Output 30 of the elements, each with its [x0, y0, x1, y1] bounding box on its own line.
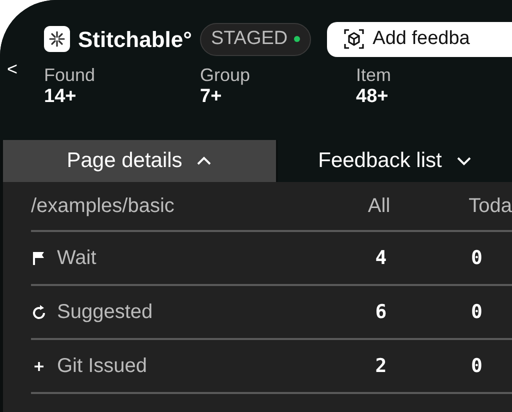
- tab[interactable]: Page details: [3, 140, 276, 182]
- stat-value: 48+: [356, 86, 390, 109]
- row-label: Wait: [57, 246, 96, 271]
- stat-label: Group: [200, 64, 252, 86]
- count-value: 2: [375, 354, 387, 377]
- add-feedback-button[interactable]: Add feedba: [326, 22, 512, 56]
- status-badge: STAGED: [200, 23, 311, 56]
- row-label: Git Issued: [57, 354, 148, 379]
- back-button[interactable]: <: [7, 56, 18, 83]
- count-value: 0: [471, 246, 482, 269]
- stat-label: Item: [356, 64, 392, 86]
- column-header: All: [368, 195, 390, 217]
- stat-value: 7+: [200, 86, 223, 109]
- chevron-up-icon: [196, 156, 212, 166]
- row-label: Suggested: [57, 300, 153, 325]
- stat-label: Found: [44, 64, 96, 86]
- refresh-icon: [31, 304, 47, 320]
- count-value: 0: [471, 300, 482, 323]
- count-value: 4: [375, 246, 387, 269]
- flag-icon: [31, 250, 47, 266]
- cube-scan-icon: [342, 28, 365, 50]
- column-header: Toda: [468, 195, 512, 217]
- count-value: 6: [375, 300, 387, 323]
- count-value: 0: [471, 354, 482, 377]
- chevron-down-icon: [456, 156, 472, 166]
- column-header: /examples/basic: [31, 194, 174, 219]
- app-name: Stitchable°: [78, 26, 192, 54]
- app-logo-icon: [44, 26, 70, 52]
- tab[interactable]: Feedback list: [278, 140, 512, 182]
- stat-value: 14+: [44, 86, 78, 109]
